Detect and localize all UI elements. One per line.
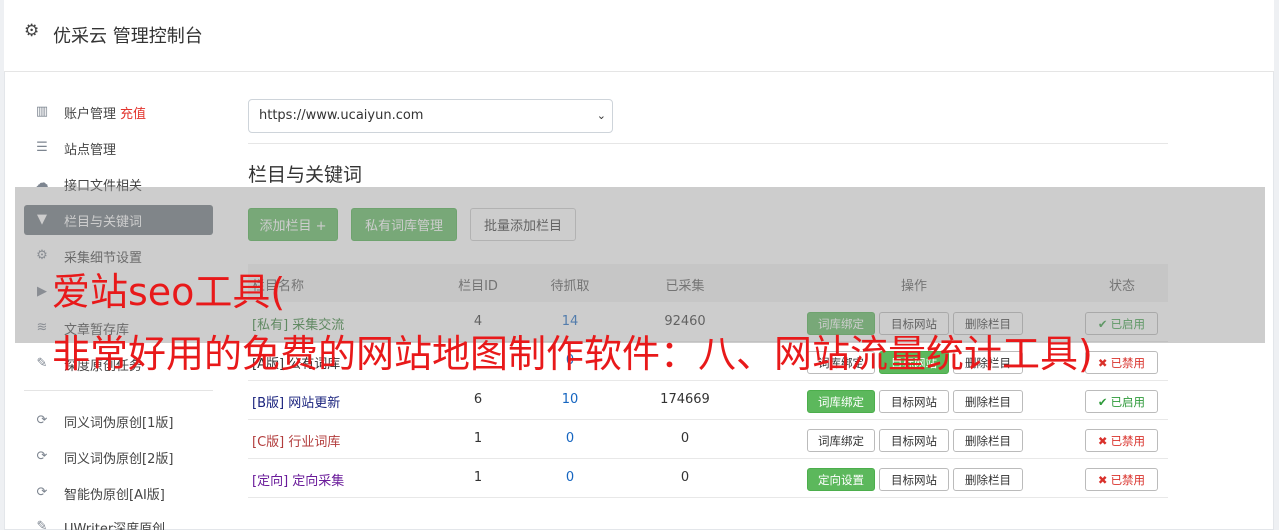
chevron-down-icon: ⌄ <box>596 109 606 122</box>
edit-icon: ✎ <box>36 356 48 371</box>
pending-count[interactable]: 0 <box>540 470 600 485</box>
recharge-link[interactable]: 充值 <box>120 103 146 122</box>
refresh-icon: ⟳ <box>36 413 48 428</box>
refresh-icon: ⟳ <box>36 449 48 464</box>
bind-dict-button[interactable]: 词库绑定 <box>807 390 875 413</box>
column-name[interactable]: [C版] 行业词库 <box>252 431 340 450</box>
collected-count: 0 <box>680 470 690 485</box>
column-title: 网站更新 <box>288 396 341 411</box>
column-tag: [C版] <box>252 435 285 450</box>
status-toggle[interactable]: ✖ 已禁用 <box>1085 351 1158 374</box>
overlay-title-line-1: 爱站seo工具( <box>52 270 286 314</box>
sidebar-item-sites[interactable]: ☰ 站点管理 <box>24 133 213 163</box>
site-select-value: https://www.ucaiyun.com <box>259 108 424 123</box>
status-label: 已禁用 <box>1110 355 1146 370</box>
bind-dict-button[interactable]: 定向设置 <box>807 468 875 491</box>
refresh-icon: ⟳ <box>36 485 48 500</box>
app-title: 优采云 管理控制台 <box>53 26 203 47</box>
sidebar-tool-synonym-1[interactable]: ⟳ 同义词伪原创[1版] <box>24 406 213 436</box>
sidebar-item-label: 同义词伪原创[2版] <box>64 451 174 467</box>
column-tag: [B版] <box>252 396 285 411</box>
status-toggle[interactable]: ✖ 已禁用 <box>1085 429 1158 452</box>
sidebar-tool-uwriter[interactable]: ✎ UWriter深度原创 <box>24 512 213 530</box>
close-icon: ✖ <box>1097 355 1108 370</box>
status-label: 已禁用 <box>1110 472 1146 487</box>
divider <box>248 143 1168 144</box>
sidebar-item-label: 账户管理 <box>64 106 117 122</box>
sidebar-item-label: 智能伪原创[AI版] <box>64 487 165 503</box>
column-title: 行业词库 <box>288 435 341 450</box>
column-name[interactable]: [定向] 定向采集 <box>252 470 344 489</box>
pending-count[interactable]: 0 <box>540 431 600 446</box>
column-title: 定向采集 <box>292 474 345 489</box>
column-id: 1 <box>473 470 483 485</box>
target-site-button[interactable]: 目标网站 <box>879 390 949 413</box>
column-id: 1 <box>473 431 483 446</box>
sidebar-tool-synonym-2[interactable]: ⟳ 同义词伪原创[2版] <box>24 442 213 472</box>
sidebar-item-label: UWriter深度原创 <box>64 521 166 530</box>
column-id: 6 <box>473 392 483 407</box>
status-toggle[interactable]: ✔ 已启用 <box>1085 390 1158 413</box>
site-select[interactable]: https://www.ucaiyun.com ⌄ <box>248 99 613 133</box>
collected-count: 174669 <box>660 392 710 407</box>
target-site-button[interactable]: 目标网站 <box>879 468 949 491</box>
sidebar-item-account[interactable]: ▥ 账户管理 充值 <box>24 97 213 127</box>
sidebar-divider <box>24 390 213 391</box>
close-icon: ✖ <box>1097 433 1108 448</box>
close-icon: ✖ <box>1097 472 1108 487</box>
status-toggle[interactable]: ✖ 已禁用 <box>1085 468 1158 491</box>
sidebar-item-label: 站点管理 <box>64 142 117 158</box>
pending-count[interactable]: 10 <box>540 392 600 407</box>
bar-chart-icon: ▥ <box>35 104 49 119</box>
overlay-banner <box>15 187 1265 343</box>
server-icon: ☰ <box>36 140 48 155</box>
delete-column-button[interactable]: 删除栏目 <box>953 390 1023 413</box>
column-tag: [定向] <box>252 474 289 489</box>
delete-column-button[interactable]: 删除栏目 <box>953 429 1023 452</box>
gear-icon: ⚙ <box>24 21 40 41</box>
status-label: 已启用 <box>1110 394 1146 409</box>
table-row: [C版] 行业词库 1 0 0 词库绑定 目标网站 删除栏目 ✖ 已禁用 <box>248 420 1168 459</box>
bind-dict-button[interactable]: 词库绑定 <box>807 429 875 452</box>
status-label: 已禁用 <box>1110 433 1146 448</box>
check-icon: ✔ <box>1097 394 1108 409</box>
sidebar-tool-ai[interactable]: ⟳ 智能伪原创[AI版] <box>24 478 213 508</box>
table-row: [定向] 定向采集 1 0 0 定向设置 目标网站 删除栏目 ✖ 已禁用 <box>248 459 1168 498</box>
top-bar: ⚙ 优采云 管理控制台 <box>4 0 1274 72</box>
delete-column-button[interactable]: 删除栏目 <box>953 468 1023 491</box>
sidebar-item-label: 同义词伪原创[1版] <box>64 415 174 431</box>
column-name[interactable]: [B版] 网站更新 <box>252 392 340 411</box>
section-title: 栏目与关键词 <box>248 164 363 186</box>
target-site-button[interactable]: 目标网站 <box>879 429 949 452</box>
overlay-title-line-2: 非常好用的免费的网站地图制作软件：八、网站流量统计工具) <box>52 332 1093 376</box>
edit-icon: ✎ <box>36 519 48 530</box>
collected-count: 0 <box>680 431 690 446</box>
table-row: [B版] 网站更新 6 10 174669 词库绑定 目标网站 删除栏目 ✔ 已启用 <box>248 381 1168 420</box>
